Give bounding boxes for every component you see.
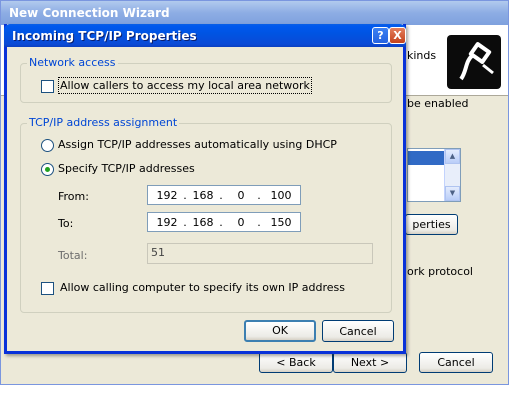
protocol-list-selected-row[interactable] (408, 151, 444, 165)
to-octet-1[interactable]: 192 (152, 216, 182, 229)
to-octet-3[interactable]: 0 (226, 216, 256, 229)
from-ip-field[interactable]: 192 . 168 . 0 . 100 (147, 185, 301, 205)
allow-own-ip-checkbox[interactable] (41, 282, 54, 295)
dhcp-label[interactable]: Assign TCP/IP addresses automatically us… (58, 138, 337, 151)
properties-button[interactable]: perties (405, 214, 458, 235)
dialog-title: Incoming TCP/IP Properties (12, 29, 197, 43)
ok-button[interactable]: OK (244, 320, 316, 342)
protocol-list-scrollbar[interactable]: ▲ ▼ (444, 149, 460, 201)
network-access-group: Network access Allow callers to access m… (20, 56, 392, 103)
to-label: To: (58, 217, 74, 230)
tcpip-assignment-group-label: TCP/IP address assignment (27, 116, 180, 129)
next-button[interactable]: Next > (333, 352, 407, 373)
dialog-titlebar[interactable]: Incoming TCP/IP Properties ? X (4, 24, 406, 47)
from-label: From: (58, 190, 89, 203)
incoming-tcpip-properties-dialog: Incoming TCP/IP Properties ? X Network a… (4, 24, 406, 354)
ip-dot: . (219, 216, 223, 229)
allow-lan-label[interactable]: Allow callers to access my local area ne… (58, 77, 312, 94)
allow-own-ip-label[interactable]: Allow calling computer to specify its ow… (60, 281, 345, 294)
wizard-title: New Connection Wizard (9, 6, 170, 20)
back-button[interactable]: < Back (259, 352, 333, 373)
total-label: Total: (58, 249, 88, 262)
dhcp-radio[interactable] (41, 139, 54, 152)
to-octet-4[interactable]: 150 (266, 216, 296, 229)
scroll-down-icon[interactable]: ▼ (445, 186, 460, 201)
total-field: 51 (147, 243, 373, 264)
tcpip-assignment-group: TCP/IP address assignment Assign TCP/IP … (20, 116, 392, 313)
to-octet-2[interactable]: 168 (188, 216, 218, 229)
from-octet-2[interactable]: 168 (188, 189, 218, 202)
wizard-cancel-button[interactable]: Cancel (419, 352, 493, 373)
wizard-protocol-text: ork protocol (407, 265, 473, 278)
protocol-list[interactable]: ▲ ▼ (407, 148, 461, 202)
to-ip-field[interactable]: 192 . 168 . 0 . 150 (147, 212, 301, 232)
from-octet-3[interactable]: 0 (226, 189, 256, 202)
specify-label[interactable]: Specify TCP/IP addresses (58, 162, 195, 175)
radio-selected-dot (45, 167, 50, 172)
wizard-header-text: kinds (407, 49, 437, 62)
network-cable-icon (447, 35, 501, 89)
from-octet-1[interactable]: 192 (152, 189, 182, 202)
wizard-enabled-text: be enabled (407, 97, 469, 110)
specify-radio[interactable] (41, 163, 54, 176)
allow-lan-checkbox[interactable] (41, 80, 54, 93)
network-access-group-label: Network access (27, 56, 118, 69)
scroll-up-icon[interactable]: ▲ (445, 149, 460, 164)
ip-dot: . (257, 216, 261, 229)
help-icon[interactable]: ? (372, 27, 389, 44)
cancel-button[interactable]: Cancel (322, 320, 394, 342)
ip-dot: . (219, 189, 223, 202)
from-octet-4[interactable]: 100 (266, 189, 296, 202)
close-icon[interactable]: X (389, 27, 406, 44)
ip-dot: . (257, 189, 261, 202)
